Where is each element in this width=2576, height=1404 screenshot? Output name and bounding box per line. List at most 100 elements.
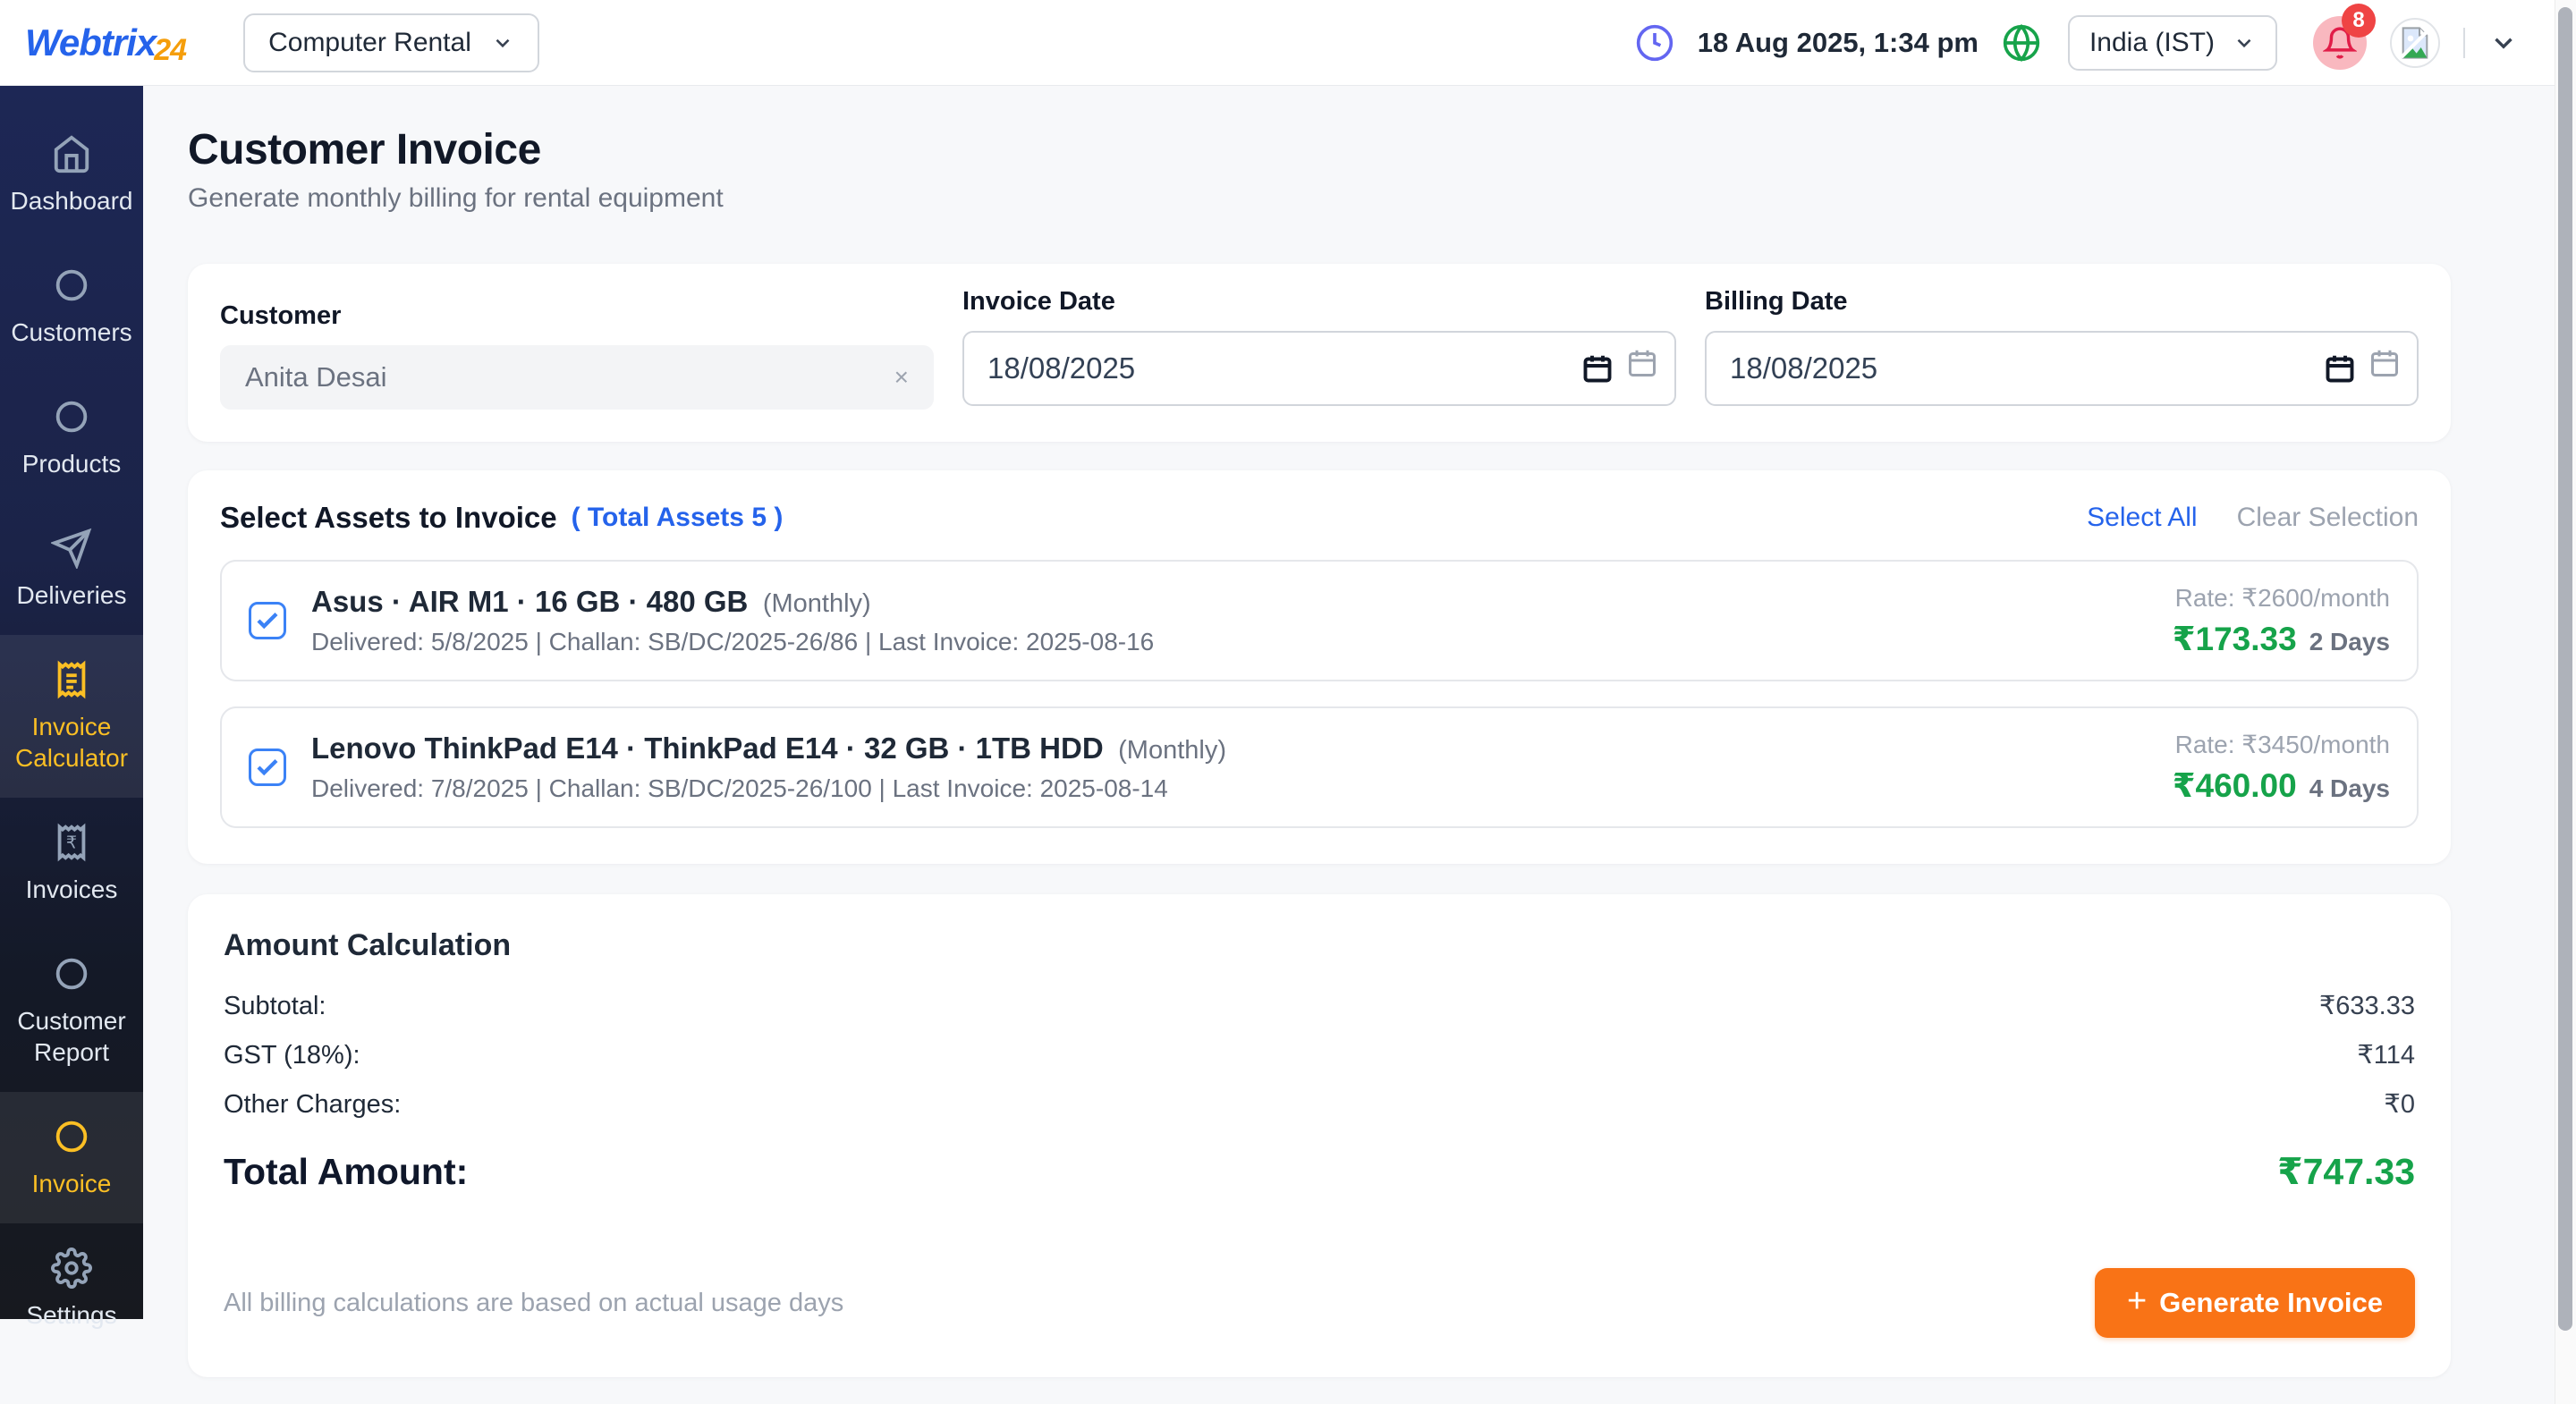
assets-total-badge: ( Total Assets 5 ) [571,503,784,532]
main-content: Customer Invoice Generate monthly billin… [143,86,2513,1404]
calculation-title: Amount Calculation [224,928,512,962]
invoice-form-card: Customer Anita Desai × Invoice Date 18/0… [188,264,2451,442]
calc-total-row: Total Amount: ₹747.33 [224,1150,2415,1193]
sidebar-item-label: Invoice [31,1170,112,1197]
billing-date-field: Billing Date 18/08/2025 [1705,287,2419,410]
logo-brand: Webtrix [25,21,157,63]
plus-icon: + [2126,1282,2148,1320]
scrollbar-thumb[interactable] [2558,7,2572,1331]
sidebar-item-dashboard[interactable]: Dashboard [0,109,143,241]
datetime-text: 18 Aug 2025, 1:34 pm [1697,26,1979,58]
total-amount-label: Total Amount: [224,1151,469,1192]
sidebar-item-customer-report[interactable]: Customer Report [0,929,143,1092]
sidebar-item-label: Products [21,450,122,478]
asset-info: Asus · AIR M1 · 16 GB · 480 GB (Monthly)… [311,585,1154,656]
calc-value: ₹633.33 [2318,992,2415,1020]
clock-icon [1636,24,1673,61]
home-icon [54,135,89,173]
receipt-rupee-icon: ₹ [57,823,86,862]
clear-customer-icon[interactable]: × [894,363,909,392]
customer-field: Customer Anita Desai × [220,287,934,410]
asset-checkbox[interactable] [249,602,286,639]
asset-rate: Rate: ₹3450/month [2174,731,2390,758]
calc-footer: All billing calculations are based on ac… [224,1268,2415,1338]
chevron-down-icon [2237,38,2251,47]
invoice-date-input[interactable]: 18/08/2025 [962,331,1676,406]
calc-label: Other Charges: [224,1090,402,1119]
scrollbar[interactable] [2555,0,2576,1404]
generate-invoice-button[interactable]: + Generate Invoice [2094,1268,2415,1338]
timezone-select[interactable]: India (IST) [2067,14,2277,71]
calc-label: GST (18%): [224,1041,360,1070]
topbar: Webtrix24 Computer Rental 18 Aug 2025, 1… [0,0,2576,86]
page-subtitle: Generate monthly billing for rental equi… [188,183,724,213]
notification-badge: 8 [2342,3,2376,38]
select-all-link[interactable]: Select All [2087,503,2197,533]
sidebar-item-invoice-calculator[interactable]: Invoice Calculator [0,635,143,798]
assets-header: Select Assets to Invoice ( Total Assets … [220,501,2419,535]
check-icon [257,612,278,630]
circle-icon [55,1121,88,1153]
sidebar-item-label: Customer Report [17,1007,126,1066]
sidebar-item-products[interactable]: Products [0,372,143,503]
workspace-select-value: Computer Rental [268,27,471,57]
asset-amount: ₹460.00 [2172,767,2297,804]
sidebar-item-settings[interactable]: Settings [0,1223,143,1355]
sidebar-item-label: Settings [26,1301,117,1329]
assets-actions: Select All Clear Selection [2087,503,2419,533]
asset-meta: Delivered: 7/8/2025 | Challan: SB/DC/202… [311,774,1168,802]
customer-input[interactable]: Anita Desai × [220,345,934,410]
topbar-divider [2463,27,2465,58]
gear-icon [51,1248,92,1289]
sidebar-item-deliveries[interactable]: Deliveries [0,503,143,635]
asset-days: 4 Days [2309,774,2390,802]
billing-date-label: Billing Date [1705,287,1848,316]
calc-label: Subtotal: [224,992,326,1020]
clear-selection-link[interactable]: Clear Selection [2237,503,2419,533]
calendar-icon[interactable] [2324,352,2356,385]
customer-label: Customer [220,301,342,330]
billing-note: All billing calculations are based on ac… [224,1288,844,1317]
asset-row[interactable]: Asus · AIR M1 · 16 GB · 480 GB (Monthly)… [220,560,2419,681]
calc-row-gst: GST (18%): ₹114 [224,1039,2415,1070]
sidebar-item-label: Deliveries [16,581,127,609]
invoice-date-field: Invoice Date 18/08/2025 [962,287,1676,410]
calendar-icon[interactable] [1581,352,1614,385]
timezone-select-value: India (IST) [2089,27,2215,57]
page-title: Customer Invoice [188,126,541,173]
calc-row-other-charges: Other Charges: ₹0 [224,1088,2415,1120]
app-logo[interactable]: Webtrix24 [25,21,188,67]
circle-icon [55,401,88,433]
asset-pricing: Rate: ₹2600/month ₹173.33 2 Days [2173,583,2390,658]
billing-date-value: 18/08/2025 [1730,351,1878,385]
asset-row[interactable]: Lenovo ThinkPad E14 · ThinkPad E14 · 32 … [220,706,2419,828]
asset-pricing: Rate: ₹3450/month ₹460.00 4 Days [2173,730,2390,805]
chevron-down-icon [496,38,510,47]
asset-rate: Rate: ₹2600/month [2174,584,2390,612]
asset-days: 2 Days [2309,628,2390,655]
sidebar: Dashboard Customers Products Deliveries … [0,86,143,1329]
sidebar-item-customers[interactable]: Customers [0,241,143,372]
sidebar-item-label: Invoices [25,875,118,903]
calendar-icon[interactable] [2368,347,2401,379]
billing-date-input[interactable]: 18/08/2025 [1705,331,2419,406]
assets-title: Select Assets to Invoice [220,501,557,534]
invoice-date-label: Invoice Date [962,287,1115,316]
send-icon [51,528,92,569]
calc-row-subtotal: Subtotal: ₹633.33 [224,990,2415,1021]
notifications-button[interactable]: 8 [2313,3,2376,70]
amount-calculation-card: Amount Calculation Subtotal: ₹633.33 GST… [188,894,2451,1377]
avatar[interactable] [2390,17,2440,68]
workspace-select[interactable]: Computer Rental [243,13,539,72]
sidebar-item-invoice[interactable]: Invoice [0,1092,143,1223]
sidebar-item-invoices[interactable]: ₹ Invoices [0,798,143,929]
calendar-icon[interactable] [1626,347,1658,379]
profile-chevron-icon[interactable] [2488,28,2519,58]
assets-card: Select Assets to Invoice ( Total Assets … [188,470,2451,864]
logo-suffix: 24 [154,32,187,67]
invoice-date-value: 18/08/2025 [987,351,1136,385]
asset-billing-cycle: (Monthly) [1118,736,1226,765]
circle-icon [55,958,88,990]
asset-checkbox[interactable] [249,749,286,786]
asset-meta: Delivered: 5/8/2025 | Challan: SB/DC/202… [311,628,1155,655]
